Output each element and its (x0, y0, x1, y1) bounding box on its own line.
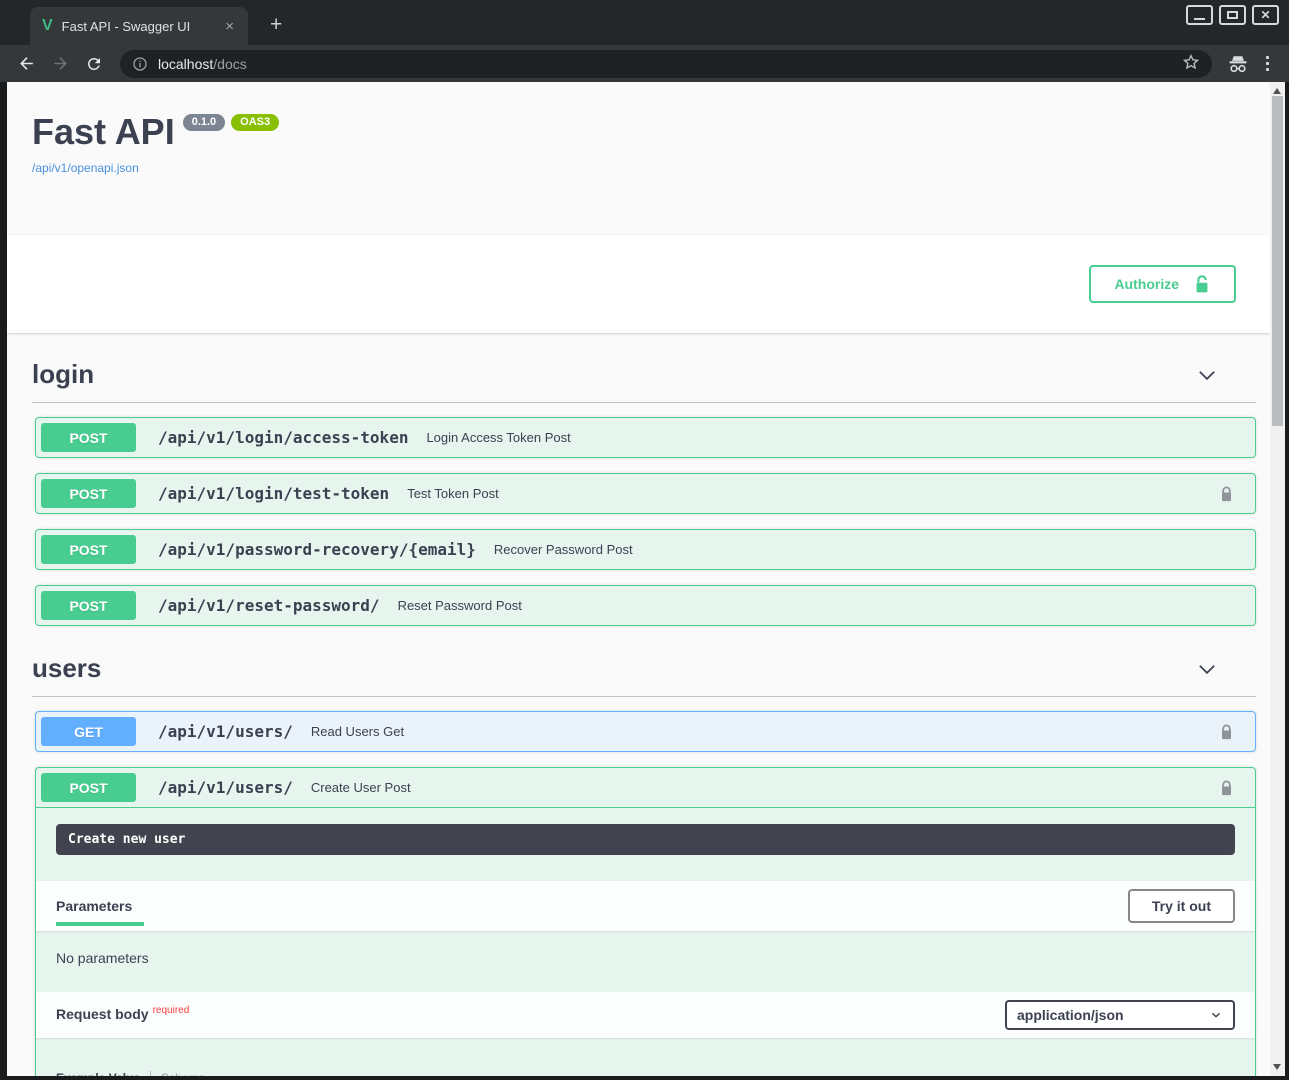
api-info: Fast API 0.1.0 OAS3 /api/v1/openapi.json (7, 82, 1270, 177)
method-badge: POST (41, 479, 136, 508)
method-badge: POST (41, 535, 136, 564)
url-path: /docs (213, 56, 246, 72)
method-badge: POST (41, 423, 136, 452)
section-title: login (32, 359, 94, 390)
locked-padlock-icon[interactable] (1213, 777, 1240, 799)
op-summary: Reset Password Post (398, 598, 1250, 613)
op-create-user[interactable]: POST /api/v1/users/ Create User Post Cre… (35, 767, 1256, 1076)
chevron-down-icon (1209, 1008, 1223, 1022)
swagger-page: Fast API 0.1.0 OAS3 /api/v1/openapi.json A… (7, 82, 1270, 1076)
browser-body: Fast API 0.1.0 OAS3 /api/v1/openapi.json A… (0, 82, 1289, 1080)
content-type-select[interactable]: application/json (1005, 1000, 1235, 1030)
forward-icon (51, 54, 70, 73)
model-example: Example Value Schema { (36, 1038, 1255, 1076)
version-badge: 0.1.0 (183, 114, 225, 131)
method-badge: POST (41, 591, 136, 620)
method-badge: POST (41, 773, 136, 802)
bookmark-star-icon[interactable] (1182, 53, 1200, 74)
op-summary: Read Users Get (311, 724, 1213, 739)
tab-title: Fast API - Swagger UI (62, 19, 215, 34)
browser-window: V Fast API - Swagger UI × + localhost/do… (0, 0, 1289, 1080)
incognito-icon (1224, 50, 1252, 78)
tab-separator (150, 1071, 151, 1076)
browser-tab[interactable]: V Fast API - Swagger UI × (30, 7, 248, 45)
titlebar: V Fast API - Swagger UI × + (0, 0, 1289, 45)
op-summary: Login Access Token Post (426, 430, 1250, 445)
locked-padlock-icon[interactable] (1213, 483, 1240, 505)
parameters-header: Parameters Try it out (36, 881, 1255, 931)
favicon-icon: V (42, 18, 53, 34)
back-button[interactable] (12, 50, 40, 78)
close-button[interactable] (1252, 5, 1279, 25)
op-summary: Recover Password Post (494, 542, 1250, 557)
tab-schema[interactable]: Schema (161, 1071, 205, 1076)
try-it-out-button[interactable]: Try it out (1128, 889, 1235, 923)
browser-menu-button[interactable] (1258, 52, 1277, 75)
no-parameters-text: No parameters (36, 931, 1255, 992)
request-body-label-wrap: Request body required (56, 1006, 189, 1024)
op-reset-password[interactable]: POST /api/v1/reset-password/ Reset Passw… (35, 585, 1256, 626)
section-users-header[interactable]: users (32, 641, 1256, 697)
op-path: /api/v1/users/ (158, 722, 293, 741)
browser-toolbar: localhost/docs (0, 45, 1289, 82)
page-title: Fast API (32, 111, 175, 152)
back-icon (17, 54, 36, 73)
scheme-container: Authorize (7, 235, 1270, 333)
scrollbar-thumb[interactable] (1272, 96, 1283, 426)
maximize-button[interactable] (1219, 5, 1246, 25)
api-badges: 0.1.0 OAS3 (183, 114, 279, 131)
url-host: localhost (158, 56, 213, 72)
tab-parameters[interactable]: Parameters (56, 898, 132, 914)
window-controls (1186, 5, 1279, 25)
tab-close-icon[interactable]: × (223, 18, 236, 35)
chevron-down-icon[interactable] (1196, 364, 1218, 386)
method-badge: GET (41, 717, 136, 746)
reload-icon (85, 55, 103, 73)
op-summary: Create User Post (311, 780, 1213, 795)
authorize-label: Authorize (1114, 276, 1179, 292)
new-tab-button[interactable]: + (264, 12, 288, 37)
info-icon (132, 56, 148, 72)
chevron-down-icon[interactable] (1196, 658, 1218, 680)
op-path: /api/v1/users/ (158, 778, 293, 797)
oas3-badge: OAS3 (231, 114, 279, 131)
op-description: Create new user (56, 824, 1235, 855)
content-type-value: application/json (1017, 1007, 1124, 1023)
request-body-header: Request body required application/json (36, 992, 1255, 1038)
url-bar[interactable]: localhost/docs (120, 50, 1212, 78)
locked-padlock-icon[interactable] (1213, 721, 1240, 743)
op-path: /api/v1/login/test-token (158, 484, 389, 503)
scrollbar-up-arrow[interactable] (1273, 88, 1281, 94)
unlocked-padlock-icon (1193, 274, 1211, 294)
op-expanded-body: Create new user Parameters Try it out No… (36, 824, 1255, 1076)
op-login-access-token[interactable]: POST /api/v1/login/access-token Login Ac… (35, 417, 1256, 458)
section-title: users (32, 653, 101, 684)
forward-button[interactable] (46, 50, 74, 78)
required-flag: required (153, 1005, 190, 1016)
tab-example-value[interactable]: Example Value (56, 1071, 140, 1076)
op-path: /api/v1/login/access-token (158, 428, 408, 447)
op-path: /api/v1/password-recovery/{email} (158, 540, 476, 559)
scrollbar-down-arrow[interactable] (1273, 1064, 1281, 1070)
authorize-button[interactable]: Authorize (1089, 265, 1236, 303)
op-login-test-token[interactable]: POST /api/v1/login/test-token Test Token… (35, 473, 1256, 514)
section-users: users GET /api/v1/users/ Read Users Get (32, 641, 1256, 1076)
openapi-spec-link[interactable]: /api/v1/openapi.json (32, 161, 139, 175)
url-text: localhost/docs (158, 56, 247, 72)
scrollbar[interactable] (1270, 82, 1285, 1076)
op-summary: Test Token Post (407, 486, 1213, 501)
section-login: login POST /api/v1/login/access-token Lo… (32, 333, 1256, 626)
op-password-recovery[interactable]: POST /api/v1/password-recovery/{email} R… (35, 529, 1256, 570)
request-body-label: Request body (56, 1006, 149, 1022)
op-read-users[interactable]: GET /api/v1/users/ Read Users Get (35, 711, 1256, 752)
section-login-header[interactable]: login (32, 333, 1256, 403)
reload-button[interactable] (80, 50, 108, 78)
op-path: /api/v1/reset-password/ (158, 596, 380, 615)
minimize-button[interactable] (1186, 5, 1213, 25)
